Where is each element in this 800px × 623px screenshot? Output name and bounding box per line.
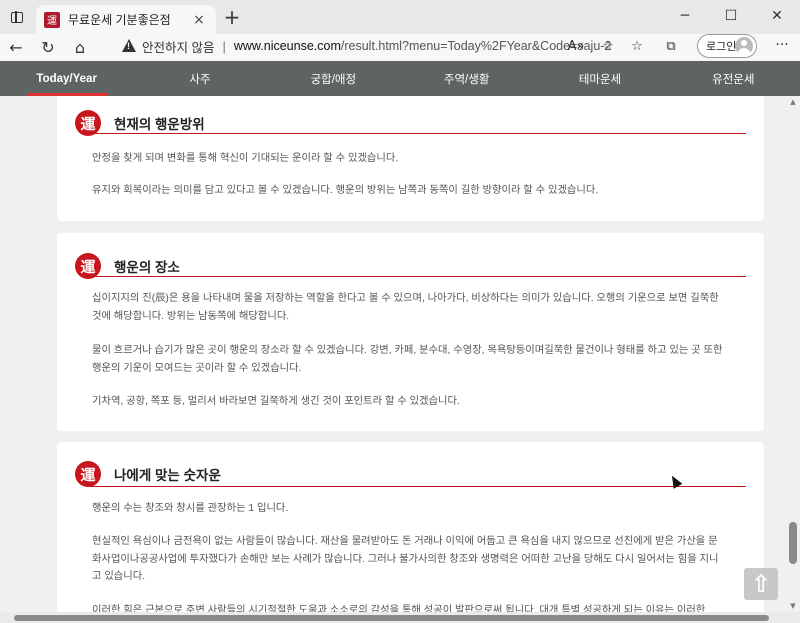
section-header: 運 나에게 맞는 숫자운 (75, 461, 221, 487)
scroll-to-top-button[interactable]: ⇧ (744, 568, 778, 600)
section-paragraph: 십이지지의 진(辰)은 용을 나타내며 물을 저장하는 역할을 한다고 볼 수 … (92, 293, 719, 322)
section-divider (87, 276, 746, 277)
section-paragraph: 행운의 수는 창조와 창시를 관장하는 1 입니다. (92, 503, 289, 514)
close-window-icon[interactable]: ✕ (754, 0, 800, 32)
window-controls: ─ ☐ ✕ (662, 0, 800, 34)
active-tab[interactable]: 運 무료운세 기분좋은점 × (36, 5, 216, 34)
security-status[interactable]: 안전하지 않음 (142, 37, 214, 56)
nav-item-juyeok[interactable]: 주역/생활 (400, 61, 533, 96)
address-bar[interactable]: 안전하지 않음 | www.niceunse.com/result.html?m… (112, 34, 620, 58)
nav-item-saju[interactable]: 사주 (133, 61, 266, 96)
section-card-direction: 運 현재의 행운방위 안정을 찾게 되며 변화를 통해 혁신이 기대되는 운이라… (57, 96, 764, 221)
back-button[interactable]: ← (0, 34, 32, 61)
section-paragraph: 안정을 찾게 되며 변화를 통해 혁신이 기대되는 운이라 할 수 있겠습니다. (92, 153, 399, 164)
section-card-place: 運 행운의 장소 십이지지의 진(辰)은 용을 나타내며 물을 저장하는 역할을… (57, 233, 764, 431)
url-text[interactable]: www.niceunse.com/result.html?menu=Today%… (234, 39, 612, 53)
seal-icon: 運 (75, 461, 101, 487)
horizontal-scrollbar[interactable] (0, 612, 800, 623)
home-button[interactable]: ⌂ (64, 34, 96, 61)
scroll-down-icon[interactable]: ▼ (789, 602, 797, 610)
profile-label: 로그인 (706, 40, 737, 53)
horizontal-scroll-thumb[interactable] (14, 615, 769, 621)
warning-icon[interactable] (122, 39, 136, 53)
maximize-icon[interactable]: ☐ (708, 0, 754, 32)
main-content: 運 현재의 행운방위 안정을 찾게 되며 변화를 통해 혁신이 기대되는 운이라… (0, 96, 786, 612)
section-title: 행운의 장소 (114, 260, 180, 275)
new-tab-button[interactable]: + (222, 7, 242, 28)
tab-close-icon[interactable]: × (190, 12, 208, 28)
nav-item-gunghap[interactable]: 궁합/애정 (267, 61, 400, 96)
nav-item-theme[interactable]: 테마운세 (533, 61, 666, 96)
section-paragraph: 기차역, 공항, 쪽포 등, 멀리서 바라보면 길쭉하게 생긴 것이 포인트라 … (92, 396, 460, 407)
arrow-up-icon: ⇧ (750, 570, 772, 598)
browser-toolbar: ← ↻ ⌂ 안전하지 않음 | www.niceunse.com/result.… (0, 34, 800, 61)
section-paragraph: 유지와 회복이라는 의미를 담고 있다고 볼 수 있겠습니다. 행운의 방위는 … (92, 185, 599, 196)
nav-item-yujeon[interactable]: 유전운세 (667, 61, 800, 96)
tab-strip: 運 무료운세 기분좋은점 × + ─ ☐ ✕ (0, 0, 800, 34)
avatar-icon (735, 37, 753, 55)
tab-title: 무료운세 기분좋은점 (68, 13, 171, 27)
tab-actions-icon (11, 11, 23, 23)
scroll-up-icon[interactable]: ▲ (789, 98, 797, 106)
read-aloud-icon[interactable]: A» (560, 39, 592, 54)
vertical-scrollbar[interactable]: ▲ ▼ (786, 96, 800, 612)
favorites-icon[interactable]: ☆ (620, 39, 654, 54)
site-favicon-icon: 運 (44, 11, 60, 28)
reload-button[interactable]: ↻ (32, 34, 64, 61)
section-divider (87, 486, 746, 487)
url-domain: www.niceunse.com (233, 39, 341, 53)
vertical-scroll-thumb[interactable] (789, 522, 797, 564)
url-separator: | (222, 38, 226, 54)
nav-item-today-year[interactable]: Today/Year (0, 61, 133, 96)
address-bar-actions: A» ☆ (560, 34, 624, 58)
section-title: 나에게 맞는 숫자운 (114, 468, 221, 483)
site-nav: Today/Year 사주 궁합/애정 주역/생활 테마운세 유전운세 (0, 61, 800, 96)
more-menu-icon[interactable]: ··· (768, 34, 796, 58)
profile-button[interactable]: 로그인 (697, 34, 757, 58)
minimize-icon[interactable]: ─ (662, 0, 708, 32)
section-title: 현재의 행운방위 (114, 117, 205, 132)
section-divider (87, 133, 746, 134)
section-paragraph: 이러한 힘은 근본으로 주변 사람들의 시기적절한 도움과 소소로의 감성을 통… (92, 605, 706, 612)
tab-actions-button[interactable] (6, 6, 28, 28)
collections-icon[interactable]: ⧉ (654, 39, 688, 54)
section-paragraph: 현실적인 욕심이나 금전욕이 없는 사람들이 많습니다. 재산을 물려받아도 돈… (92, 536, 719, 582)
section-card-number: 運 나에게 맞는 숫자운 행운의 수는 창조와 창시를 관장하는 1 입니다. … (57, 442, 764, 612)
section-paragraph: 물이 흐르거나 습기가 많은 곳이 행운의 장소라 할 수 있겠습니다. 강변,… (92, 345, 723, 374)
